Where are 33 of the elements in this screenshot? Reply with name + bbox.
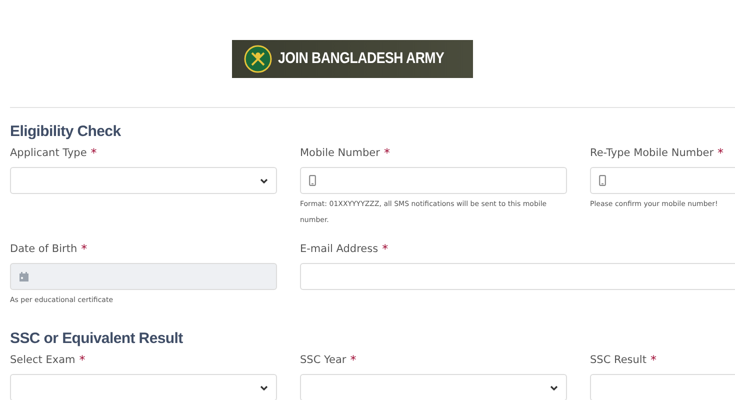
field-label: Re-Type Mobile Number (590, 146, 714, 158)
required-mark: * (384, 146, 390, 160)
input-field[interactable] (300, 263, 735, 290)
field-label: SSC Year (300, 354, 346, 366)
required-mark: * (79, 352, 86, 366)
required-mark: * (382, 242, 388, 256)
section-heading: Eligibility Check (10, 123, 121, 140)
field-label: Mobile Number (300, 146, 380, 158)
chevron-down-icon (260, 384, 268, 390)
select-field[interactable] (10, 167, 277, 194)
section-heading: SSC or Equivalent Result (10, 330, 183, 347)
required-mark: * (718, 146, 724, 160)
emblem-icon (244, 45, 272, 73)
field-label: SSC Result (590, 354, 646, 366)
logo-banner[interactable]: JOIN BANGLADESH ARMY (232, 40, 473, 78)
field-label: E-mail Address (300, 242, 378, 254)
required-mark: * (650, 352, 656, 366)
input-field[interactable] (300, 167, 567, 194)
phone-icon (599, 175, 606, 186)
select-field[interactable] (10, 374, 277, 400)
calendar-icon (19, 272, 29, 282)
chevron-down-icon (260, 178, 268, 184)
field-label: Select Exam (10, 354, 76, 366)
logo-text: JOIN BANGLADESH ARMY (278, 50, 444, 68)
required-mark: * (90, 146, 97, 160)
field-label: Date of Birth (10, 242, 78, 254)
select-field[interactable] (300, 374, 567, 400)
required-mark: * (81, 242, 88, 256)
phone-icon (309, 175, 316, 186)
field-label: Applicant Type (10, 146, 87, 158)
date-field[interactable] (10, 263, 277, 290)
required-mark: * (350, 352, 356, 366)
chevron-down-icon (550, 384, 558, 390)
